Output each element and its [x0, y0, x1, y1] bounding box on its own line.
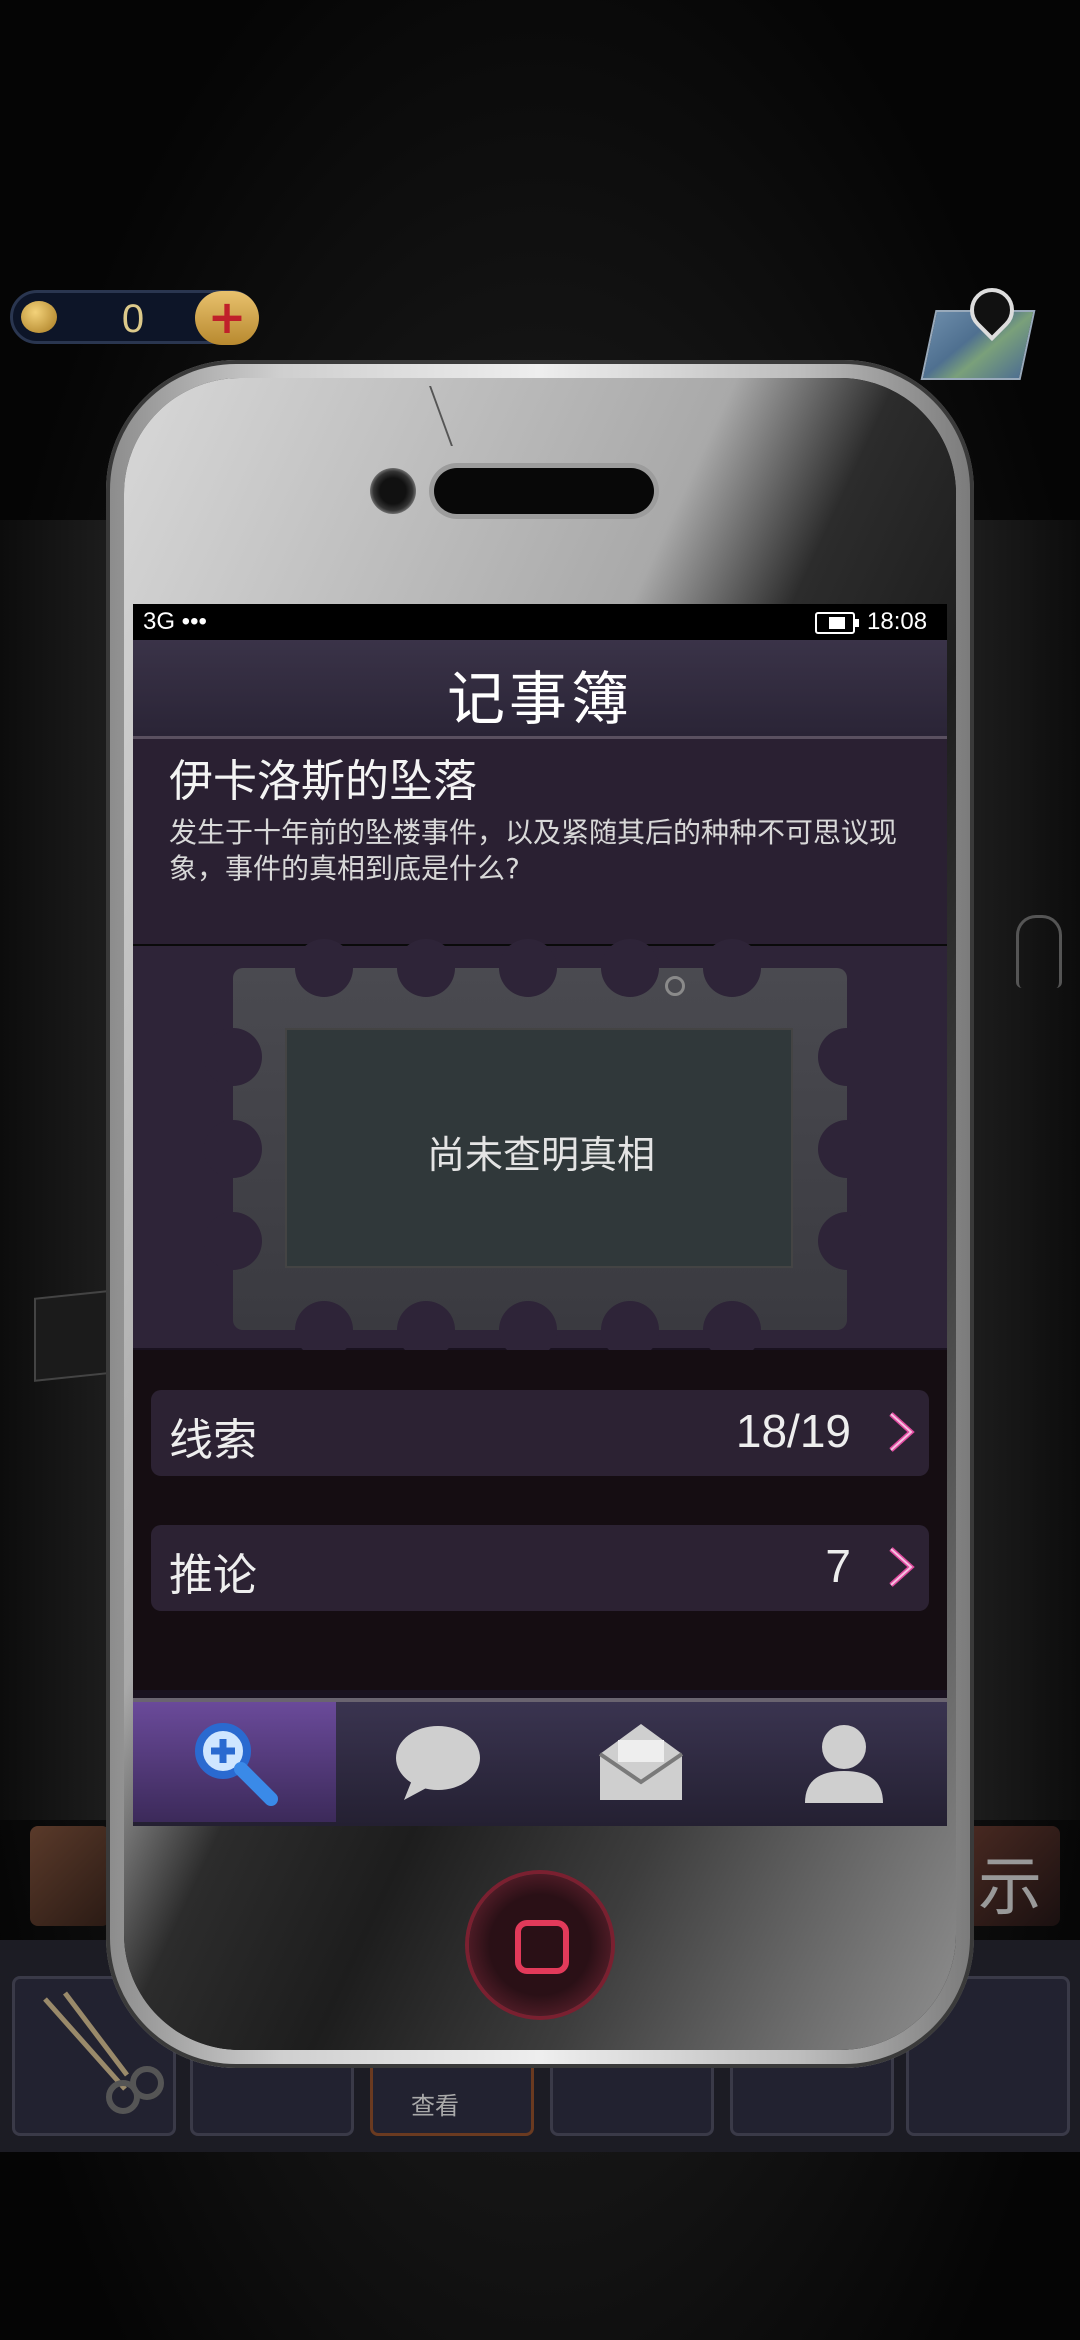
stamp-window: 尚未查明真相 [285, 1028, 793, 1268]
page-title: 记事簿 [446, 665, 633, 733]
room-box [34, 1290, 108, 1382]
notebook-header: 记事簿 [133, 640, 947, 739]
status-bar: 3G ••• 18:08 [133, 604, 947, 640]
deductions-label: 推论 [169, 1550, 257, 1601]
truth-stamp-area: 尚未查明真相 [133, 939, 947, 1359]
tab-search[interactable] [133, 1702, 336, 1822]
clues-count: 18/19 [735, 1405, 851, 1457]
chat-bubble-icon [395, 1726, 480, 1800]
case-title: 伊卡洛斯的坠落 [169, 756, 477, 807]
map-button[interactable] [920, 278, 1036, 384]
tab-chat[interactable] [336, 1702, 539, 1822]
tab-mail[interactable] [539, 1702, 742, 1822]
coin-counter: 0 + [10, 290, 259, 345]
phone-screen: 3G ••• 18:08 记事簿 伊卡洛斯的坠落 发生于十年前的坠楼事件，以及紧… [133, 604, 947, 1826]
network-indicator: 3G ••• [143, 608, 207, 635]
menu-row-clues[interactable]: 线索 18/19 [151, 1390, 929, 1476]
menu-row-deductions[interactable]: 推论 7 [151, 1525, 929, 1611]
person-icon [804, 1725, 883, 1803]
chevron-right-icon [889, 1412, 915, 1452]
case-description: 发生于十年前的坠楼事件，以及紧随其后的种种不可思议现象，事件的真相到底是什么? [169, 816, 898, 885]
add-coins-button[interactable]: + [195, 291, 259, 345]
magnifier-icon [194, 1723, 278, 1806]
deductions-count: 7 [825, 1540, 851, 1592]
room-wall-right [970, 520, 1080, 1820]
ring-icon [665, 976, 685, 996]
home-square-icon [515, 1920, 569, 1974]
tab-bar [133, 1698, 947, 1826]
status-time: 18:08 [867, 608, 928, 635]
battery-icon [815, 612, 859, 634]
coin-count: 0 [121, 297, 145, 341]
coin-icon [21, 301, 57, 333]
truth-stamp[interactable]: 尚未查明真相 [204, 939, 876, 1359]
tab-profile[interactable] [742, 1702, 945, 1822]
home-button[interactable] [469, 1874, 611, 2016]
envelope-icon [598, 1724, 683, 1800]
clues-label: 线索 [169, 1415, 257, 1466]
earpiece-speaker [434, 468, 654, 514]
truth-status: 尚未查明真相 [426, 1133, 655, 1177]
hint-label: 示 [978, 1851, 1042, 1925]
wall-hook [1016, 915, 1062, 988]
chevron-right-icon [889, 1547, 915, 1587]
room-wall-left [0, 520, 110, 1820]
view-label: 查看 [411, 2092, 459, 2120]
phone-device: 3G ••• 18:08 记事簿 伊卡洛斯的坠落 发生于十年前的坠楼事件，以及紧… [106, 360, 974, 2068]
front-camera-icon [370, 468, 416, 514]
case-info: 伊卡洛斯的坠落 发生于十年前的坠楼事件，以及紧随其后的种种不可思议现象，事件的真… [133, 739, 947, 946]
notebook-menu: 线索 18/19 推论 7 [133, 1350, 947, 1690]
phone-face: 3G ••• 18:08 记事簿 伊卡洛斯的坠落 发生于十年前的坠楼事件，以及紧… [124, 378, 956, 2050]
phone-item-card[interactable] [30, 1826, 110, 1926]
